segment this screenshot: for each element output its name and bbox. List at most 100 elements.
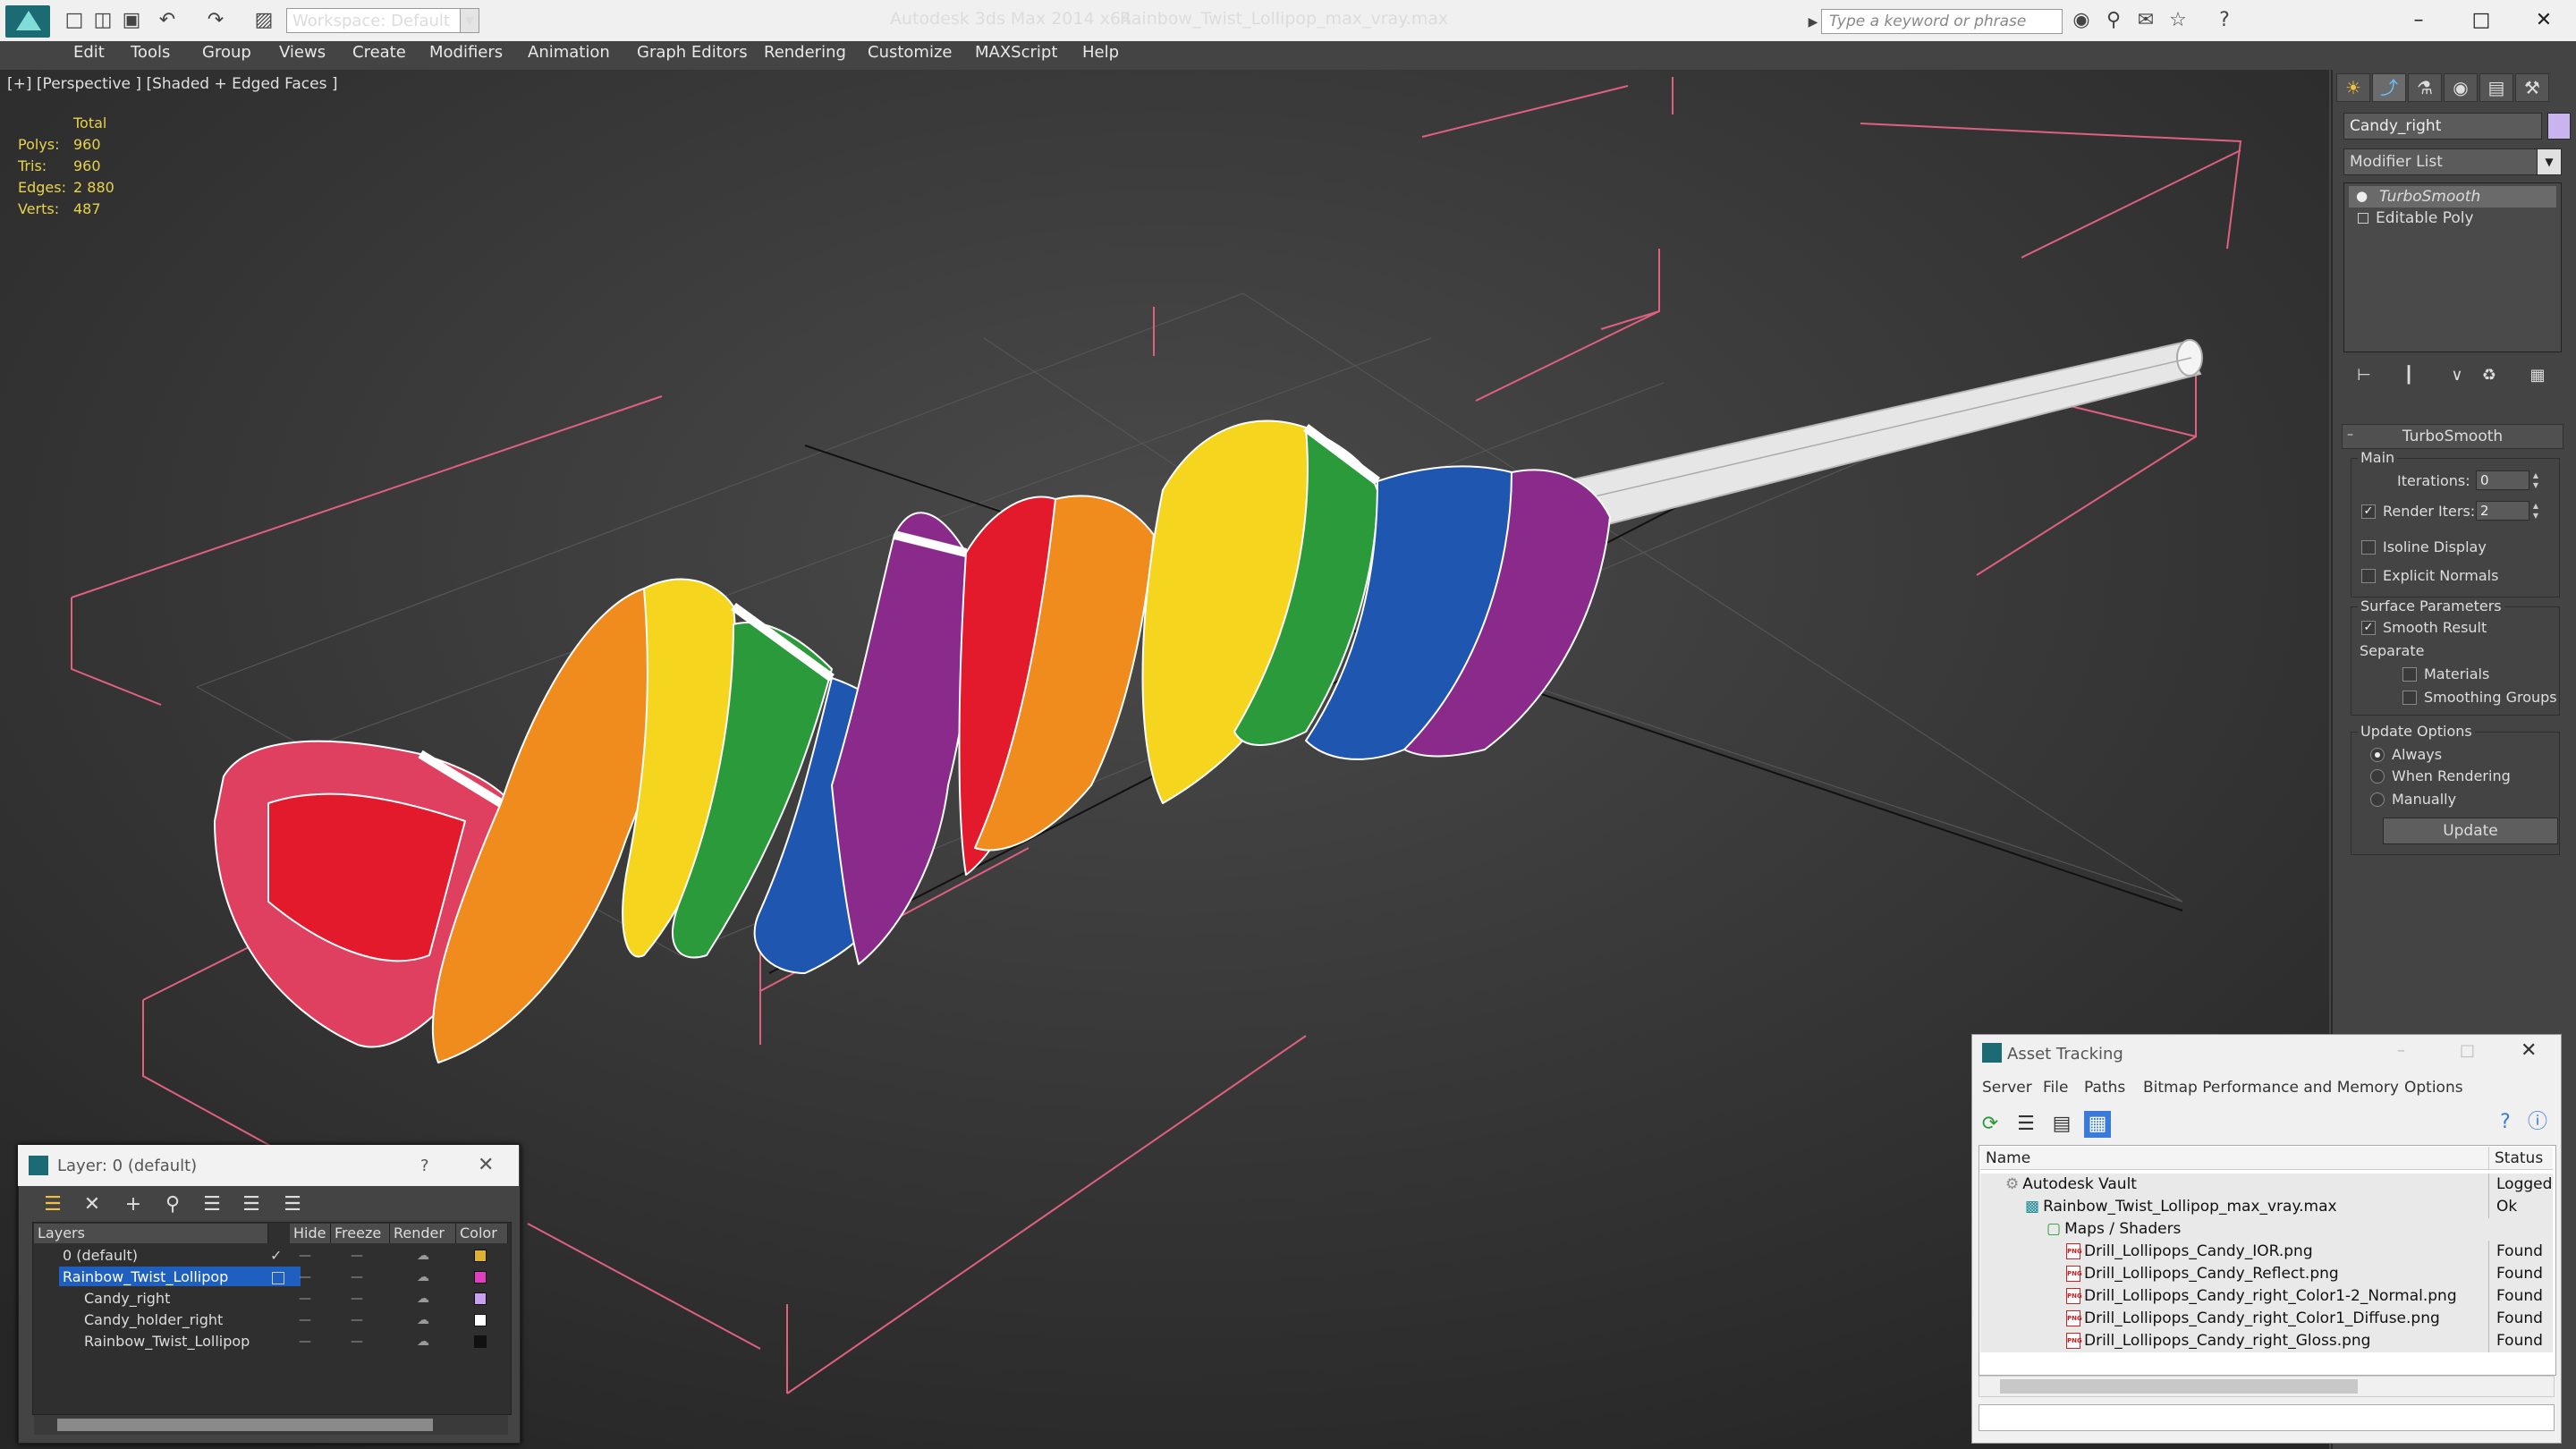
layer-row[interactable]: Candy_right — — ☁ bbox=[34, 1288, 508, 1309]
column-header-render[interactable]: Render bbox=[390, 1224, 456, 1243]
app-logo-icon[interactable] bbox=[5, 5, 50, 38]
save-file-icon[interactable]: ▣ bbox=[122, 11, 141, 30]
maximize-button[interactable]: □ bbox=[2460, 1041, 2475, 1060]
layer-row[interactable]: Candy_holder_right — — ☁ bbox=[34, 1309, 508, 1331]
hide-all-layers-icon[interactable]: ☰ bbox=[238, 1191, 265, 1218]
menu-rendering[interactable]: Rendering bbox=[764, 43, 846, 62]
menu-graph-editors[interactable]: Graph Editors bbox=[637, 43, 748, 62]
column-header-name[interactable]: Name bbox=[1980, 1147, 2488, 1170]
pin-stack-icon[interactable]: ⊢ bbox=[2349, 361, 2379, 390]
project-folder-icon[interactable]: ▨ bbox=[254, 11, 274, 30]
binoculars-icon[interactable]: ◉ bbox=[2072, 11, 2091, 30]
object-color-swatch[interactable] bbox=[2547, 113, 2571, 140]
menu-maxscript[interactable]: MAXScript bbox=[975, 43, 1057, 62]
turbosmooth-rollout-header[interactable]: TurboSmooth bbox=[2342, 424, 2563, 449]
minimize-button[interactable]: – bbox=[2392, 4, 2445, 38]
menu-views[interactable]: Views bbox=[279, 43, 326, 62]
object-color-swatch[interactable] bbox=[474, 1292, 487, 1305]
freeze-toggle[interactable]: — bbox=[351, 1331, 363, 1352]
modifier-list-dropdown[interactable]: Modifier List bbox=[2343, 148, 2558, 175]
menu-create[interactable]: Create bbox=[352, 43, 406, 62]
table-view-icon[interactable]: ▦ bbox=[2084, 1111, 2111, 1138]
collapse-minus-icon[interactable]: – bbox=[2347, 428, 2353, 442]
layer-row[interactable]: Rainbow_Twist_Lollipop — — ☁ bbox=[34, 1331, 508, 1352]
freeze-toggle[interactable]: — bbox=[351, 1309, 363, 1331]
open-file-icon[interactable]: ◫ bbox=[93, 11, 113, 30]
viewport-label[interactable]: [+] [Perspective ] [Shaded + Edged Faces… bbox=[7, 75, 337, 93]
freeze-toggle[interactable]: — bbox=[351, 1288, 363, 1309]
search-input[interactable] bbox=[1821, 9, 2063, 34]
layer-color-swatch[interactable] bbox=[474, 1250, 487, 1262]
modify-tab-icon[interactable]: ⤴ bbox=[2372, 73, 2406, 102]
update-button[interactable]: Update bbox=[2383, 818, 2558, 844]
asset-row[interactable]: PNG Drill_Lollipops_Candy_right_Color1_Di… bbox=[1980, 1308, 2553, 1330]
object-color-swatch[interactable] bbox=[474, 1335, 487, 1348]
close-icon[interactable]: ✕ bbox=[2521, 1039, 2537, 1062]
thumbnail-view-icon[interactable]: ▤ bbox=[2048, 1111, 2075, 1138]
layer-row[interactable]: Rainbow_Twist_Lollipop — — ☁ bbox=[34, 1267, 508, 1288]
menu-tools[interactable]: Tools bbox=[131, 43, 170, 62]
menu-paths[interactable]: Paths bbox=[2084, 1079, 2125, 1097]
spinner-arrows-icon[interactable]: ▲ ▼ bbox=[2529, 501, 2542, 521]
render-toggle-icon[interactable]: ☁ bbox=[417, 1309, 429, 1331]
object-name[interactable]: Rainbow_Twist_Lollipop bbox=[80, 1331, 322, 1351]
info-icon[interactable]: ⓘ bbox=[2524, 1109, 2551, 1136]
search-expand-icon[interactable]: ▶ bbox=[1803, 13, 1823, 32]
smooth-result-checkbox[interactable]: ✓ bbox=[2361, 621, 2376, 635]
object-name[interactable]: Candy_holder_right bbox=[80, 1309, 322, 1329]
asset-row[interactable]: ⚙Autodesk Vault Logged C bbox=[1980, 1174, 2553, 1196]
chevron-down-icon[interactable]: ▼ bbox=[460, 8, 479, 33]
when-rendering-radio[interactable] bbox=[2370, 769, 2385, 784]
configure-modifier-sets-icon[interactable]: ▦ bbox=[2522, 361, 2553, 390]
stack-item-turbosmooth[interactable]: TurboSmooth bbox=[2349, 186, 2556, 208]
object-color-swatch[interactable] bbox=[474, 1314, 487, 1326]
column-header-color[interactable]: Color bbox=[456, 1224, 508, 1243]
show-end-result-icon[interactable]: ┃ bbox=[2394, 361, 2424, 390]
display-tab-icon[interactable]: ▤ bbox=[2479, 73, 2513, 102]
workspace-select[interactable]: Workspace: Default bbox=[286, 8, 479, 33]
favorites-star-icon[interactable]: ☆ bbox=[2168, 11, 2188, 30]
create-tab-icon[interactable]: ☀ bbox=[2336, 73, 2370, 102]
close-button[interactable]: ✕ bbox=[2517, 4, 2571, 38]
refresh-icon[interactable]: ⟳ bbox=[1977, 1111, 2004, 1138]
redo-icon[interactable]: ↷ bbox=[206, 11, 225, 30]
layer-row[interactable]: 0 (default) ✓ — — ☁ bbox=[34, 1245, 508, 1267]
undo-icon[interactable]: ↶ bbox=[157, 11, 177, 30]
menu-options[interactable]: Options bbox=[2404, 1079, 2463, 1097]
create-layer-icon[interactable]: ☰ bbox=[39, 1191, 66, 1218]
layer-name[interactable]: Rainbow_Twist_Lollipop bbox=[59, 1267, 301, 1286]
render-toggle-icon[interactable]: ☁ bbox=[417, 1288, 429, 1309]
help-button[interactable]: ? bbox=[420, 1157, 429, 1175]
column-header-layers[interactable]: Layers bbox=[34, 1224, 268, 1243]
materials-checkbox[interactable] bbox=[2402, 667, 2417, 682]
communication-center-icon[interactable]: ✉ bbox=[2136, 11, 2156, 30]
freeze-toggle[interactable]: — bbox=[351, 1245, 363, 1267]
asset-row[interactable]: PNG Drill_Lollipops_Candy_right_Gloss.png… bbox=[1980, 1330, 2553, 1352]
column-header-freeze[interactable]: Freeze bbox=[331, 1224, 390, 1243]
asset-row[interactable]: PNG Drill_Lollipops_Candy_IOR.png Found bbox=[1980, 1241, 2553, 1263]
scrollbar-thumb[interactable] bbox=[2000, 1379, 2358, 1394]
menu-customize[interactable]: Customize bbox=[868, 43, 952, 62]
layer-name[interactable]: 0 (default) bbox=[59, 1245, 301, 1265]
highlight-layer-icon[interactable]: ☰ bbox=[199, 1191, 225, 1218]
asset-row[interactable]: PNG Drill_Lollipops_Candy_right_Color1-2_… bbox=[1980, 1285, 2553, 1308]
explicit-normals-checkbox[interactable] bbox=[2361, 569, 2376, 583]
light-bulb-icon[interactable]: ● bbox=[2356, 188, 2368, 204]
menu-animation[interactable]: Animation bbox=[528, 43, 610, 62]
utilities-tab-icon[interactable]: ⚒ bbox=[2515, 73, 2549, 102]
column-header-status[interactable]: Status bbox=[2488, 1147, 2553, 1170]
object-name[interactable]: Candy_right bbox=[80, 1288, 322, 1308]
iterations-spinner[interactable]: 0 bbox=[2476, 470, 2529, 490]
expand-plus-icon[interactable] bbox=[2358, 213, 2368, 224]
close-icon[interactable]: ✕ bbox=[478, 1154, 494, 1176]
hide-toggle[interactable]: — bbox=[299, 1331, 311, 1352]
hide-toggle[interactable]: — bbox=[299, 1309, 311, 1331]
stack-item-editable-poly[interactable]: Editable Poly bbox=[2349, 208, 2556, 229]
add-to-layer-icon[interactable]: + bbox=[120, 1191, 147, 1218]
menu-server[interactable]: Server bbox=[1982, 1079, 2032, 1097]
minimize-button[interactable]: – bbox=[2397, 1041, 2405, 1060]
asset-row[interactable]: ▢ Maps / Shaders bbox=[1980, 1218, 2553, 1241]
hide-toggle[interactable]: — bbox=[299, 1267, 311, 1288]
freeze-all-layers-icon[interactable]: ☰ bbox=[279, 1191, 306, 1218]
render-toggle-icon[interactable]: ☁ bbox=[417, 1267, 429, 1288]
